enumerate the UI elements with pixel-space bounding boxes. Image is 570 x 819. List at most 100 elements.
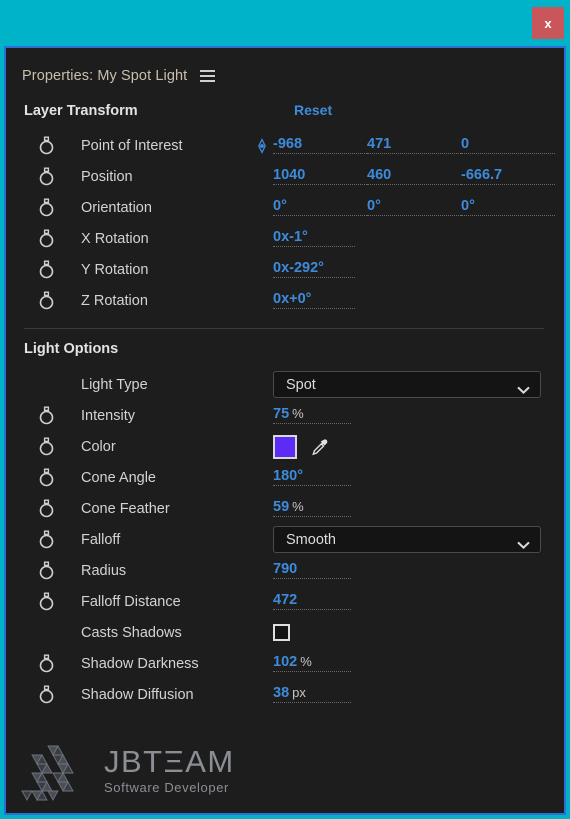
- stopwatch-cell[interactable]: [24, 291, 81, 310]
- property-row-radius: Radius 790: [6, 555, 564, 586]
- value-unit: %: [300, 653, 312, 669]
- stopwatch-cell[interactable]: [24, 561, 81, 580]
- property-label: Intensity: [81, 407, 135, 424]
- value-field-z[interactable]: -666.7: [461, 168, 555, 186]
- value-fields: -968 471 0: [273, 137, 564, 155]
- light-type-dropdown[interactable]: Spot: [273, 371, 541, 398]
- value-text: 0°: [273, 197, 287, 214]
- value-field-shadow-diffusion[interactable]: 38 px: [273, 686, 351, 704]
- chevron-down-icon: [517, 536, 530, 549]
- watermark-subtitle: Software Developer: [104, 779, 229, 795]
- value-fields: 0° 0° 0°: [273, 199, 564, 217]
- value-field-z[interactable]: 0°: [461, 199, 555, 217]
- stopwatch-cell[interactable]: [24, 592, 81, 611]
- value-field-rotation[interactable]: 0x-1°: [273, 230, 355, 248]
- value-field-y[interactable]: 0°: [367, 199, 461, 217]
- property-row-falloff: Falloff Smooth: [6, 524, 564, 555]
- eyedropper-icon[interactable]: [310, 437, 330, 457]
- stopwatch-cell[interactable]: [24, 406, 81, 425]
- stopwatch-icon[interactable]: [38, 437, 55, 456]
- property-row-intensity: Intensity 75 %: [6, 400, 564, 431]
- value-text: 102: [273, 653, 298, 670]
- stopwatch-icon[interactable]: [38, 685, 55, 704]
- property-label: Y Rotation: [81, 261, 149, 278]
- stopwatch-icon[interactable]: [38, 468, 55, 487]
- hamburger-menu-icon[interactable]: [200, 70, 216, 82]
- property-label: Position: [81, 168, 133, 185]
- value-text: 59: [273, 498, 290, 515]
- stopwatch-cell[interactable]: [24, 437, 81, 456]
- value-field-radius[interactable]: 790: [273, 562, 351, 580]
- value-field-intensity[interactable]: 75 %: [273, 407, 351, 425]
- value-text: 75: [273, 405, 290, 422]
- stopwatch-icon[interactable]: [38, 291, 55, 310]
- color-swatch[interactable]: [273, 434, 297, 459]
- falloff-dropdown[interactable]: Smooth: [273, 526, 541, 553]
- value-text: 0°: [367, 197, 381, 214]
- chevron-down-icon: [517, 381, 530, 394]
- value-field-x[interactable]: 1040: [273, 168, 367, 186]
- watermark-name: JBTΞAM: [104, 743, 235, 779]
- stopwatch-icon[interactable]: [38, 592, 55, 611]
- casts-shadows-checkbox[interactable]: [273, 624, 290, 641]
- property-row-light-type: Light Type Spot: [6, 369, 564, 400]
- close-button[interactable]: x: [532, 7, 564, 39]
- stopwatch-icon[interactable]: [38, 561, 55, 580]
- value-text: 0x+0°: [273, 290, 312, 307]
- stopwatch-cell[interactable]: [24, 167, 81, 186]
- value-fields: Spot: [273, 371, 564, 398]
- value-unit: %: [292, 405, 304, 421]
- value-field-cone-feather[interactable]: 59 %: [273, 500, 351, 518]
- target-crosshair-icon[interactable]: [251, 137, 273, 154]
- app-root: x Properties: My Spot Light Layer Transf…: [0, 0, 570, 819]
- stopwatch-cell[interactable]: [24, 136, 81, 155]
- property-row-orientation: Orientation 0° 0° 0°: [6, 192, 564, 223]
- value-text: 38: [273, 684, 290, 701]
- value-field-x[interactable]: -968: [273, 137, 367, 155]
- stopwatch-cell[interactable]: [24, 685, 81, 704]
- value-field-falloff-distance[interactable]: 472: [273, 593, 351, 611]
- dropdown-value: Smooth: [286, 531, 336, 548]
- stopwatch-icon[interactable]: [38, 260, 55, 279]
- stopwatch-cell[interactable]: [24, 499, 81, 518]
- stopwatch-icon[interactable]: [38, 136, 55, 155]
- stopwatch-cell[interactable]: [24, 229, 81, 248]
- stopwatch-cell[interactable]: [24, 468, 81, 487]
- stopwatch-icon[interactable]: [38, 167, 55, 186]
- light-options-header: Light Options: [6, 341, 564, 363]
- dropdown-value: Spot: [286, 376, 316, 393]
- value-field-cone-angle[interactable]: 180°: [273, 469, 351, 487]
- value-fields: 0x-1°: [273, 230, 564, 248]
- property-label: X Rotation: [81, 230, 149, 247]
- property-label: Casts Shadows: [81, 624, 182, 641]
- property-row-point-of-interest: Point of Interest -968 471 0: [6, 130, 564, 161]
- value-field-y[interactable]: 460: [367, 168, 461, 186]
- value-field-rotation[interactable]: 0x+0°: [273, 292, 355, 310]
- stopwatch-cell[interactable]: [24, 530, 81, 549]
- value-field-z[interactable]: 0: [461, 137, 555, 155]
- stopwatch-icon[interactable]: [38, 654, 55, 673]
- stopwatch-icon[interactable]: [38, 530, 55, 549]
- value-field-x[interactable]: 0°: [273, 199, 367, 217]
- stopwatch-cell[interactable]: [24, 654, 81, 673]
- property-row-cone-angle: Cone Angle 180°: [6, 462, 564, 493]
- stopwatch-cell[interactable]: [24, 260, 81, 279]
- reset-layer-transform-button[interactable]: Reset: [294, 102, 332, 118]
- value-field-y[interactable]: 471: [367, 137, 461, 155]
- stopwatch-icon[interactable]: [38, 499, 55, 518]
- stopwatch-icon[interactable]: [38, 406, 55, 425]
- property-label: Radius: [81, 562, 127, 579]
- layer-transform-header: Layer Transform Reset: [6, 102, 564, 124]
- value-text: 790: [273, 560, 298, 577]
- value-field-shadow-darkness[interactable]: 102 %: [273, 655, 351, 673]
- property-label: Shadow Darkness: [81, 655, 199, 672]
- stopwatch-icon[interactable]: [38, 198, 55, 217]
- value-field-rotation[interactable]: 0x-292°: [273, 261, 355, 279]
- value-text: -968: [273, 135, 303, 152]
- value-text: 471: [367, 135, 392, 152]
- stopwatch-icon[interactable]: [38, 229, 55, 248]
- stopwatch-cell[interactable]: [24, 198, 81, 217]
- value-unit: %: [292, 498, 304, 514]
- property-row-y-rotation: Y Rotation 0x-292°: [6, 254, 564, 285]
- value-fields: 59 %: [273, 500, 564, 518]
